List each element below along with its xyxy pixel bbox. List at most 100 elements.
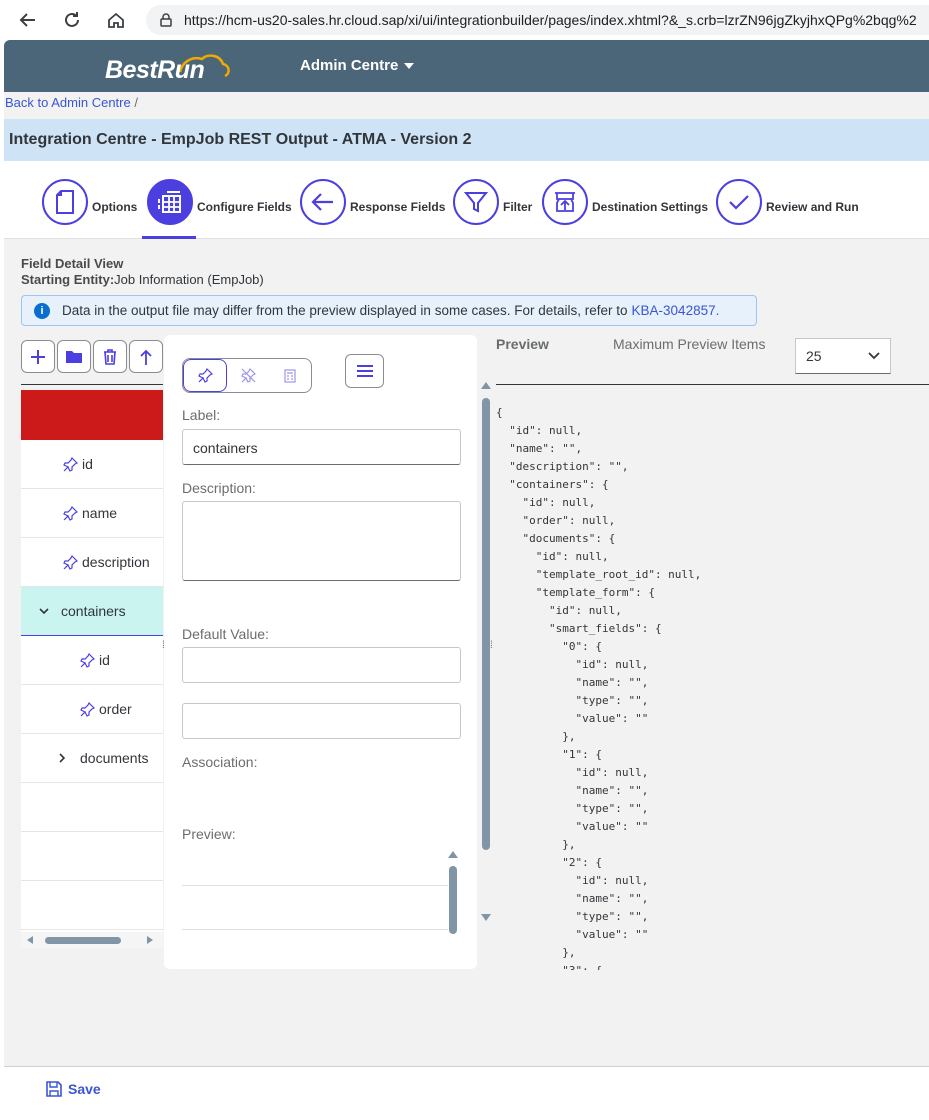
more-options-button[interactable] [345,354,384,388]
tree-row-containers[interactable]: containers [21,587,163,636]
json-line: "id": null, [496,874,649,887]
default-value-caption: Default Value: [182,626,269,642]
pin-field-segment[interactable] [183,359,227,392]
step-label: Options [92,200,138,214]
scrollbar-thumb[interactable] [45,937,121,944]
upload-tray-icon [542,179,588,225]
tree-row-order[interactable]: order [21,685,163,734]
wizard-steps: Options Configure Fields Response Fields… [4,161,929,239]
step-label: Configure Fields [197,200,292,214]
preview-divider [496,384,929,385]
json-line: "order": null, [496,514,616,527]
step-destination-settings[interactable]: Destination Settings [542,179,708,225]
scroll-right-icon[interactable] [147,936,153,944]
arrow-left-icon [300,179,346,225]
add-button[interactable] [21,340,55,373]
address-bar[interactable]: https://hcm-us20-sales.hr.cloud.sap/xi/u… [146,5,929,35]
json-line: "name": "", [496,892,649,905]
unpin-field-segment[interactable] [227,359,269,392]
tree-row-label: documents [80,750,149,766]
home-icon[interactable] [100,4,132,36]
tree-row-documents[interactable]: documents [21,734,163,783]
json-line: "2": { [496,856,602,869]
starting-entity-value: Job Information (EmpJob) [114,272,264,287]
field-detail-panel: Label: containers Description: Default V… [164,335,477,969]
pin-icon [80,652,95,668]
tree-row-label: id [82,456,93,472]
lock-icon [160,13,172,27]
reload-icon[interactable] [56,4,88,36]
tree-row-id[interactable]: id [21,440,163,489]
preview-scrollbar-thumb[interactable] [449,866,457,934]
tree-row-label: id [99,652,110,668]
json-line: }, [496,838,576,851]
save-button[interactable]: Save [46,1081,101,1097]
tree-row-label: name [82,505,118,521]
admin-centre-menu[interactable]: Admin Centre [300,57,415,74]
step-review-and-run[interactable]: Review and Run [716,179,859,225]
back-arrow-icon[interactable] [12,4,44,36]
description-textarea[interactable] [182,501,461,581]
json-line: "type": "", [496,694,649,707]
field-detail-heading: Field Detail View [21,256,124,271]
secondary-value-input[interactable] [182,703,461,739]
tree-row-label: order [99,701,132,717]
json-line: "value": "" [496,928,649,941]
tree-root-error-row[interactable] [21,390,163,440]
tree-row-label: containers [61,603,126,619]
table-grid-icon [147,179,193,225]
detail-vertical-scrollbar[interactable] [480,380,492,850]
page-title: Integration Centre - EmpJob REST Output … [9,131,472,148]
url-text: https://hcm-us20-sales.hr.cloud.sap/xi/u… [184,12,917,28]
field-detail-header: Field Detail View Starting Entity:Job In… [21,256,264,288]
shell-bar: BestRun Admin Centre [4,40,929,92]
back-to-admin-link[interactable]: Back to Admin Centre [5,95,131,110]
tree-row-description[interactable]: description [21,538,163,587]
folder-button[interactable] [57,340,91,373]
step-response-fields[interactable]: Response Fields [300,179,445,225]
default-value-input[interactable] [182,647,461,683]
pin-icon [197,368,213,383]
json-line: "type": "", [496,802,649,815]
scroll-up-icon[interactable] [481,382,491,389]
step-configure-fields[interactable]: Configure Fields [147,179,292,225]
json-line: "3": { [496,962,916,970]
json-line: "template_root_id": null, [496,568,702,581]
delete-button[interactable] [93,340,127,373]
tree-row-containers-id[interactable]: id [21,636,163,685]
pin-icon [63,456,78,472]
scrollbar-thumb[interactable] [482,398,490,850]
json-line: "value": "" [496,712,649,725]
funnel-icon [453,179,499,225]
step-options[interactable]: Options [42,179,137,225]
move-up-button[interactable] [129,340,163,373]
json-line: "name": "", [496,676,649,689]
chevron-down-icon[interactable] [39,607,49,615]
calculated-field-segment[interactable] [269,359,311,392]
scroll-left-icon[interactable] [27,936,33,944]
splitter-grip-icon[interactable]: ⁞ [490,640,493,651]
json-line: "name": "", [496,784,649,797]
tree-horizontal-scrollbar[interactable] [21,932,163,948]
json-line: "0": { [496,640,602,653]
scroll-down-icon[interactable] [481,914,491,921]
kba-link[interactable]: KBA-3042857. [632,303,720,318]
label-input[interactable]: containers [182,429,461,465]
tree-toolbar-divider [21,384,163,385]
json-line: "id": null, [496,604,622,617]
scroll-up-icon[interactable] [448,851,458,858]
field-tree: id name description containers id order … [21,390,163,948]
step-filter[interactable]: Filter [453,179,532,225]
preview-row-divider [182,885,448,886]
breadcrumb-separator: / [134,95,138,110]
admin-centre-label: Admin Centre [300,57,399,74]
chevron-right-icon[interactable] [59,753,66,763]
tree-row-empty [21,783,163,832]
json-line: "template_form": { [496,586,655,599]
tree-row-label: description [82,554,150,570]
step-label: Filter [503,200,533,214]
footer-bar: Save [4,1066,929,1116]
max-preview-select[interactable]: 25 [795,338,891,374]
tree-row-name[interactable]: name [21,489,163,538]
json-preview: { "id": null, "name": "", "description":… [496,404,916,970]
